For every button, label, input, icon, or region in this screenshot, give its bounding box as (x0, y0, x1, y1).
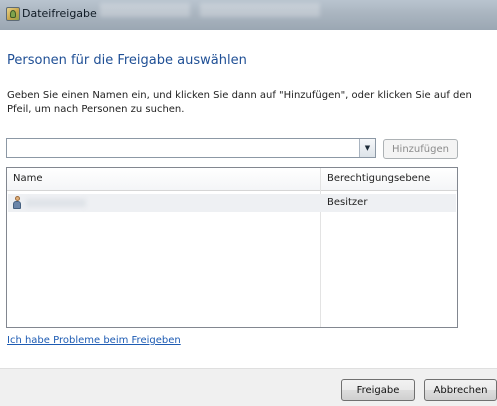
window-title: Dateifreigabe (22, 7, 97, 20)
chevron-down-icon: ▼ (364, 144, 371, 152)
background-window-blur (100, 3, 190, 17)
background-window-blur (330, 8, 497, 22)
add-button[interactable]: Hinzufügen (383, 139, 458, 159)
column-divider (320, 168, 321, 327)
list-row[interactable]: Besitzer (8, 194, 456, 212)
instructions-text: Geben Sie einen Namen ein, und klicken S… (7, 90, 472, 115)
user-name-redacted (26, 199, 86, 207)
dropdown-arrow-button[interactable]: ▼ (359, 139, 375, 157)
dialog-footer (0, 368, 497, 406)
user-icon (13, 196, 21, 209)
column-header-permission[interactable]: Berechtigungsebene (327, 173, 430, 184)
sharing-problems-link[interactable]: Ich habe Probleme beim Freigeben (7, 335, 181, 346)
cancel-button[interactable]: Abbrechen (424, 379, 497, 401)
column-header-name[interactable]: Name (13, 173, 43, 184)
title-bar[interactable]: Dateifreigabe (0, 0, 497, 30)
share-button[interactable]: Freigabe (341, 379, 415, 401)
permission-level[interactable]: Besitzer (327, 197, 367, 208)
file-sharing-icon (6, 7, 20, 21)
sharing-list[interactable]: Name Berechtigungsebene Besitzer (6, 167, 458, 328)
background-window-blur (200, 3, 320, 17)
list-header: Name Berechtigungsebene (7, 168, 457, 191)
dialog-heading: Personen für die Freigabe auswählen (7, 53, 247, 68)
person-name-combobox[interactable]: ▼ (6, 138, 376, 158)
person-name-input[interactable] (7, 139, 357, 157)
